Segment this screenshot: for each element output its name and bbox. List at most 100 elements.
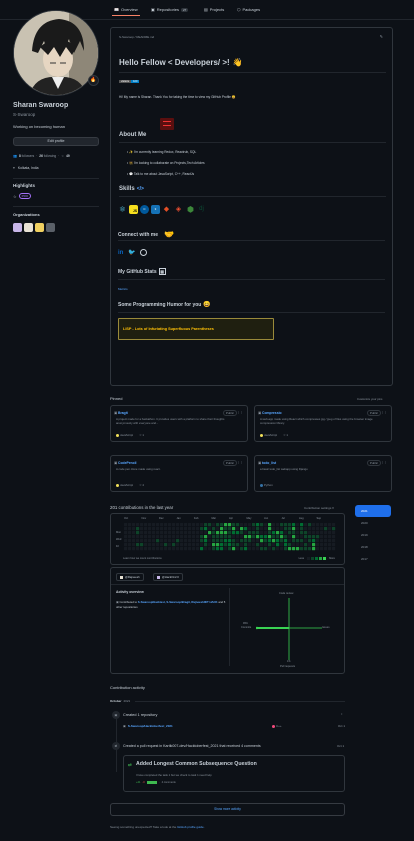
contribution-day-cell[interactable] <box>180 543 184 547</box>
contribution-day-cell[interactable] <box>208 543 212 547</box>
contribution-day-cell[interactable] <box>152 543 156 547</box>
contribution-day-cell[interactable] <box>268 539 272 543</box>
contribution-day-cell[interactable] <box>304 535 308 539</box>
contribution-day-cell[interactable] <box>216 539 220 543</box>
contribution-day-cell[interactable] <box>184 523 188 527</box>
contribution-day-cell[interactable] <box>288 539 292 543</box>
contribution-day-cell[interactable] <box>304 527 308 531</box>
contribution-day-cell[interactable] <box>148 543 152 547</box>
contribution-day-cell[interactable] <box>180 523 184 527</box>
contribution-day-cell[interactable] <box>292 547 296 551</box>
contribution-day-cell[interactable] <box>228 523 232 527</box>
org-filter-1[interactable]: @Rajneesh <box>116 573 144 581</box>
drag-handle-icon[interactable]: ⋮⋮ <box>237 410 243 414</box>
contribution-day-cell[interactable] <box>148 539 152 543</box>
contribution-day-cell[interactable] <box>296 535 300 539</box>
contribution-day-cell[interactable] <box>160 527 164 531</box>
contribution-day-cell[interactable] <box>228 527 232 531</box>
contribution-day-cell[interactable] <box>232 523 236 527</box>
contribution-day-cell[interactable] <box>208 531 212 535</box>
contribution-day-cell[interactable] <box>152 547 156 551</box>
contribution-day-cell[interactable] <box>160 531 164 535</box>
avatar[interactable] <box>13 10 99 96</box>
contribution-day-cell[interactable] <box>140 547 144 551</box>
contribution-day-cell[interactable] <box>248 523 252 527</box>
contribution-day-cell[interactable] <box>280 543 284 547</box>
contribution-day-cell[interactable] <box>132 523 136 527</box>
contribution-day-cell[interactable] <box>332 543 336 547</box>
contribution-day-cell[interactable] <box>152 531 156 535</box>
contribution-day-cell[interactable] <box>188 547 192 551</box>
contribution-day-cell[interactable] <box>164 543 168 547</box>
contribution-day-cell[interactable] <box>276 547 280 551</box>
contribution-day-cell[interactable] <box>216 527 220 531</box>
contribution-day-cell[interactable] <box>144 543 148 547</box>
contribution-day-cell[interactable] <box>232 531 236 535</box>
contribution-day-cell[interactable] <box>224 539 228 543</box>
contribution-day-cell[interactable] <box>256 543 260 547</box>
contribution-day-cell[interactable] <box>196 539 200 543</box>
contribution-day-cell[interactable] <box>236 543 240 547</box>
drag-handle-icon[interactable]: ⋮⋮ <box>237 460 243 464</box>
contribution-day-cell[interactable] <box>276 531 280 535</box>
contribution-day-cell[interactable] <box>220 527 224 531</box>
contribution-day-cell[interactable] <box>152 527 156 531</box>
contribution-day-cell[interactable] <box>284 531 288 535</box>
contribution-day-cell[interactable] <box>264 531 268 535</box>
contribution-day-cell[interactable] <box>308 543 312 547</box>
contribution-day-cell[interactable] <box>200 547 204 551</box>
contribution-day-cell[interactable] <box>168 539 172 543</box>
contribution-day-cell[interactable] <box>188 539 192 543</box>
contribution-day-cell[interactable] <box>180 547 184 551</box>
contribution-day-cell[interactable] <box>288 523 292 527</box>
contribution-day-cell[interactable] <box>320 535 324 539</box>
contribution-day-cell[interactable] <box>252 523 256 527</box>
contribution-day-cell[interactable] <box>328 535 332 539</box>
contribution-day-cell[interactable] <box>132 531 136 535</box>
contribution-day-cell[interactable] <box>264 523 268 527</box>
contribution-day-cell[interactable] <box>240 547 244 551</box>
contribution-day-cell[interactable] <box>312 547 316 551</box>
contribution-day-cell[interactable] <box>172 527 176 531</box>
contribution-day-cell[interactable] <box>212 527 216 531</box>
contribution-day-cell[interactable] <box>236 531 240 535</box>
contribution-day-cell[interactable] <box>308 531 312 535</box>
contribution-day-cell[interactable] <box>304 543 308 547</box>
contribution-day-cell[interactable] <box>228 535 232 539</box>
star-count[interactable]: ☆ 1 <box>283 433 288 437</box>
contribution-day-cell[interactable] <box>200 539 204 543</box>
contribution-day-cell[interactable] <box>216 547 220 551</box>
contribution-day-cell[interactable] <box>208 523 212 527</box>
contribution-day-cell[interactable] <box>156 523 160 527</box>
contribution-day-cell[interactable] <box>264 539 268 543</box>
contribution-day-cell[interactable] <box>268 523 272 527</box>
contribution-day-cell[interactable] <box>324 531 328 535</box>
contribution-day-cell[interactable] <box>328 547 332 551</box>
contribution-day-cell[interactable] <box>136 535 140 539</box>
contribution-cells[interactable] <box>124 523 338 553</box>
contribution-day-cell[interactable] <box>324 535 328 539</box>
contribution-day-cell[interactable] <box>316 527 320 531</box>
year-2021[interactable]: 2021 <box>355 505 391 517</box>
contribution-day-cell[interactable] <box>240 527 244 531</box>
contribution-day-cell[interactable] <box>260 543 264 547</box>
contribution-day-cell[interactable] <box>276 523 280 527</box>
contribution-day-cell[interactable] <box>292 531 296 535</box>
contribution-day-cell[interactable] <box>328 523 332 527</box>
contribution-day-cell[interactable] <box>308 539 312 543</box>
contribution-day-cell[interactable] <box>128 531 132 535</box>
contribution-day-cell[interactable] <box>188 543 192 547</box>
contribution-day-cell[interactable] <box>148 547 152 551</box>
contribution-day-cell[interactable] <box>124 523 128 527</box>
contribution-day-cell[interactable] <box>188 523 192 527</box>
contribution-day-cell[interactable] <box>176 527 180 531</box>
contribution-day-cell[interactable] <box>240 539 244 543</box>
contribution-day-cell[interactable] <box>324 539 328 543</box>
contribution-day-cell[interactable] <box>148 527 152 531</box>
contribution-day-cell[interactable] <box>292 527 296 531</box>
contribution-day-cell[interactable] <box>276 543 280 547</box>
contribution-day-cell[interactable] <box>200 535 204 539</box>
contribution-day-cell[interactable] <box>244 543 248 547</box>
contribution-day-cell[interactable] <box>176 543 180 547</box>
contribution-day-cell[interactable] <box>172 547 176 551</box>
